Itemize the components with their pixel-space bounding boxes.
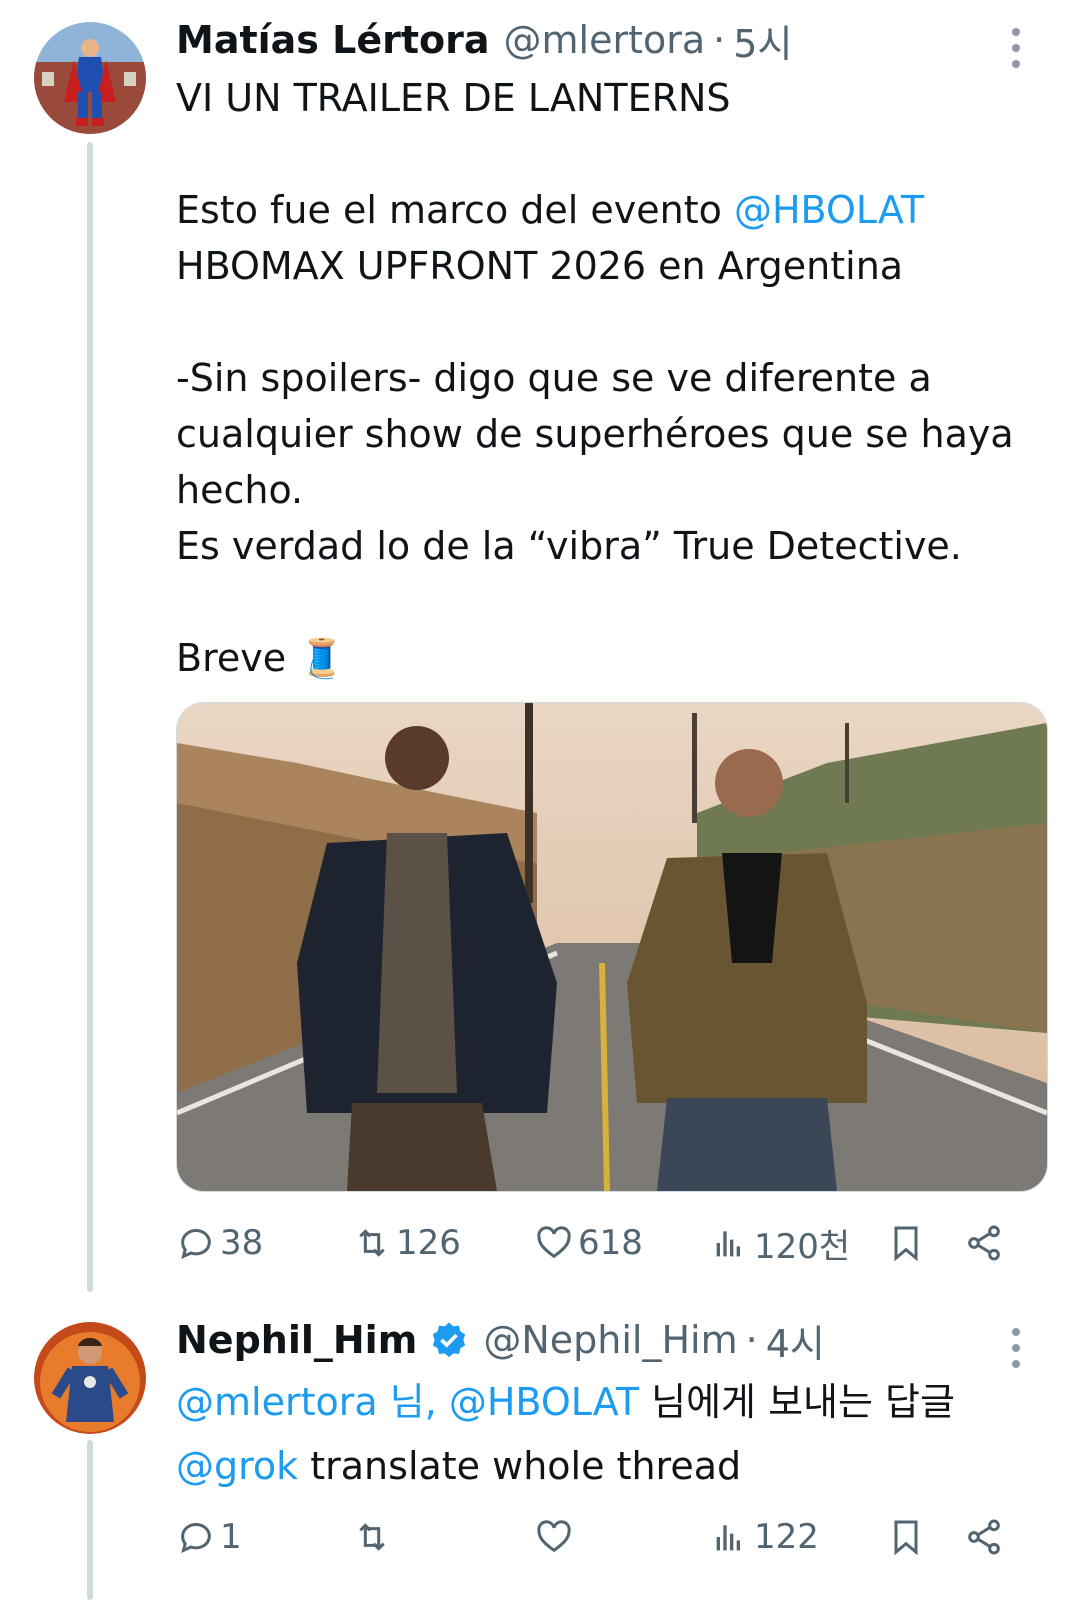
- like-button[interactable]: [534, 1512, 574, 1562]
- tweet-header: Matías Lértora @mlertora · 5시: [176, 13, 792, 68]
- timestamp[interactable]: 5시: [733, 13, 792, 68]
- repost-icon: [359, 1523, 385, 1551]
- repost-icon: [359, 1229, 385, 1257]
- mention-link[interactable]: @mlertora: [176, 1380, 378, 1424]
- reply-count: 38: [220, 1223, 264, 1263]
- photo-two-men-on-road: [177, 703, 1047, 1191]
- author-handle[interactable]: @mlertora: [504, 18, 706, 62]
- view-count: 122: [754, 1517, 819, 1557]
- avatar-image-hero: [34, 1322, 146, 1434]
- mention-link[interactable]: @HBOLAT: [437, 1380, 639, 1424]
- repost-count: 126: [396, 1223, 461, 1263]
- separator-dot: ·: [745, 1318, 758, 1362]
- tweet-text: @grok translate whole thread: [176, 1434, 1056, 1498]
- share-button[interactable]: [964, 1218, 1004, 1268]
- reply-context: @mlertora 님, @HBOLAT 님에게 보내는 답글 @grok tr…: [176, 1370, 1056, 1498]
- bookmark-button[interactable]: [886, 1512, 926, 1562]
- share-button[interactable]: [964, 1512, 1004, 1562]
- text-line: Esto fue el marco del evento @HBOLAT: [176, 182, 1056, 238]
- tweet-header: Nephil_Him @Nephil_Him · 4시: [176, 1313, 825, 1368]
- share-icon: [968, 1519, 1000, 1555]
- verified-badge-icon: [433, 1322, 466, 1358]
- avatar-image-superman: [34, 22, 146, 134]
- reply-icon: [181, 1523, 211, 1553]
- text-line: Breve 🧵: [176, 636, 346, 680]
- tweet-image[interactable]: [176, 702, 1048, 1192]
- avatar[interactable]: [34, 1322, 146, 1434]
- views-button[interactable]: 120천: [710, 1218, 850, 1268]
- timestamp[interactable]: 4시: [766, 1313, 825, 1368]
- bookmark-icon: [894, 1226, 918, 1262]
- view-count: 120천: [754, 1226, 851, 1267]
- mention-link[interactable]: @HBOLAT: [734, 188, 924, 232]
- text-line: HBOMAX UPFRONT 2026 en Argentina: [176, 244, 904, 288]
- share-icon: [968, 1225, 1000, 1261]
- reply-button[interactable]: 38: [176, 1218, 263, 1268]
- author-name[interactable]: Matías Lértora: [176, 18, 490, 62]
- views-icon: [716, 1231, 740, 1257]
- text-paragraph: -Sin spoilers- digo que se ve diferente …: [176, 356, 1026, 512]
- reply-to-line: @mlertora 님, @HBOLAT 님에게 보내는 답글: [176, 1370, 1056, 1434]
- reply-count: 1: [220, 1517, 242, 1557]
- bookmark-button[interactable]: [886, 1218, 926, 1268]
- like-icon: [537, 1520, 571, 1553]
- text-span: translate whole thread: [298, 1444, 742, 1488]
- reply-button[interactable]: 1: [176, 1512, 242, 1562]
- thread-line: [87, 142, 93, 1292]
- like-count: 618: [578, 1223, 643, 1263]
- like-button[interactable]: 618: [534, 1218, 643, 1268]
- author-name[interactable]: Nephil_Him: [176, 1318, 417, 1362]
- author-handle[interactable]: @Nephil_Him: [483, 1318, 737, 1362]
- reply-icon: [181, 1229, 211, 1259]
- views-icon: [716, 1525, 740, 1551]
- avatar[interactable]: [34, 22, 146, 134]
- text-line: Es verdad lo de la “vibra” True Detectiv…: [176, 524, 962, 568]
- thread-line-end: [87, 1440, 93, 1600]
- reply-to-text: 님,: [377, 1380, 437, 1424]
- tweet-actions: 38 126 618 120천: [176, 1218, 1056, 1268]
- more-icon[interactable]: [1010, 28, 1022, 76]
- more-icon[interactable]: [1010, 1328, 1022, 1376]
- mention-link[interactable]: @grok: [176, 1444, 298, 1488]
- bookmark-icon: [894, 1520, 918, 1556]
- separator-dot: ·: [713, 18, 726, 62]
- tweet-text: VI UN TRAILER DE LANTERNS Esto fue el ma…: [176, 70, 1056, 686]
- views-button[interactable]: 122: [710, 1512, 819, 1562]
- text-span: Esto fue el marco del evento: [176, 188, 734, 232]
- repost-button[interactable]: 126: [352, 1218, 461, 1268]
- text-line: VI UN TRAILER DE LANTERNS: [176, 76, 731, 120]
- repost-button[interactable]: [352, 1512, 392, 1562]
- tweet-actions: 1 122: [176, 1512, 1056, 1562]
- like-icon: [537, 1226, 571, 1259]
- reply-to-text: 님에게 보내는 답글: [639, 1380, 955, 1424]
